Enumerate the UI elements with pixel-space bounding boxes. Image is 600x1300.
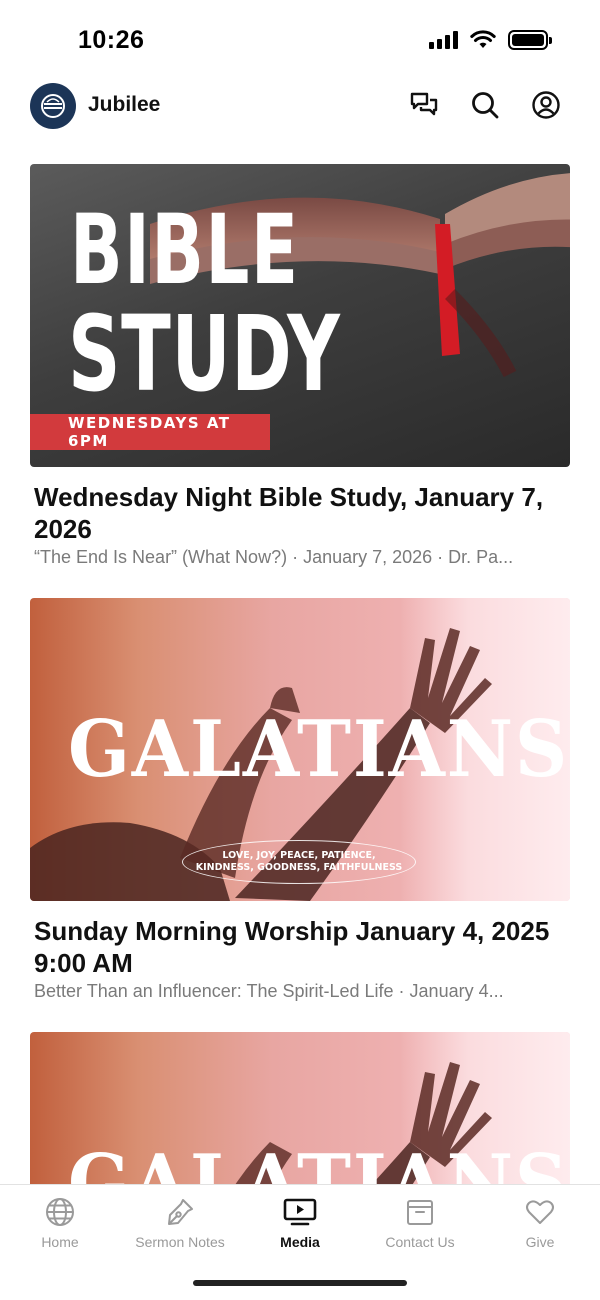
- jubilee-logo[interactable]: [30, 83, 76, 129]
- tab-label: Home: [41, 1234, 79, 1250]
- messages-button[interactable]: [407, 88, 441, 122]
- home-indicator[interactable]: [193, 1280, 407, 1286]
- card-meta: Better Than an Influencer: The Spirit-Le…: [34, 981, 504, 1001]
- profile-icon: [532, 91, 560, 119]
- card-title[interactable]: Wednesday Night Bible Study, January 7, …: [30, 481, 570, 545]
- card-thumbnail[interactable]: BIBLE STUDY WEDNESDAYS AT 6PM: [30, 164, 570, 467]
- media-card[interactable]: GALATIANS LOVE, JOY, PEACE, PATIENCE, KI…: [30, 598, 570, 1002]
- card-thumbnail[interactable]: GALATIANS LOVE, JOY, PEACE, PATIENCE, KI…: [30, 598, 570, 901]
- tab-contact-us[interactable]: Contact Us: [360, 1195, 480, 1257]
- status-icons: [429, 30, 552, 50]
- tab-label: Media: [280, 1234, 320, 1250]
- tab-give[interactable]: Give: [480, 1195, 600, 1257]
- media-card[interactable]: BIBLE STUDY WEDNESDAYS AT 6PM Wednesday …: [30, 164, 570, 568]
- tab-label: Contact Us: [385, 1234, 455, 1250]
- thumbnail-title-line2: STUDY: [68, 293, 341, 415]
- card-title[interactable]: Sunday Morning Worship January 4, 2025 9…: [30, 915, 570, 979]
- search-icon: [472, 92, 499, 119]
- tab-sermon-notes[interactable]: Sermon Notes: [120, 1195, 240, 1257]
- status-bar: 10:26: [0, 0, 600, 80]
- thumbnail-title: GALATIANS: [68, 704, 570, 795]
- tab-label: Sermon Notes: [135, 1234, 225, 1250]
- app-title: Jubilee: [88, 93, 161, 116]
- thumbnail-subtitle-line2: KINDNESS, GOODNESS, FAITHFULNESS: [195, 862, 403, 873]
- card-meta: “The End Is Near” (What Now?) · January …: [34, 547, 514, 567]
- signal-icon: [429, 31, 458, 49]
- tab-media[interactable]: Media: [240, 1195, 360, 1257]
- search-button[interactable]: [468, 88, 502, 122]
- thumbnail-banner: WEDNESDAYS AT 6PM: [30, 414, 270, 450]
- wifi-icon: [470, 30, 496, 48]
- pen-icon: [168, 1199, 193, 1225]
- media-feed: BIBLE STUDY WEDNESDAYS AT 6PM Wednesday …: [30, 164, 570, 1300]
- profile-button[interactable]: [529, 88, 563, 122]
- app-header: Jubilee: [0, 80, 600, 136]
- heart-icon: [526, 1200, 554, 1224]
- thumbnail-subtitle: LOVE, JOY, PEACE, PATIENCE, KINDNESS, GO…: [182, 840, 416, 884]
- messages-icon: [410, 92, 438, 116]
- status-time: 10:26: [78, 26, 145, 54]
- globe-icon: [46, 1198, 74, 1226]
- thumbnail-subtitle-line1: LOVE, JOY, PEACE, PATIENCE,: [222, 850, 376, 861]
- media-play-icon: [283, 1198, 317, 1226]
- tab-label: Give: [525, 1234, 555, 1250]
- tab-home[interactable]: Home: [0, 1195, 120, 1257]
- thumbnail-title-line1: BIBLE: [70, 194, 300, 306]
- battery-icon: [508, 30, 552, 50]
- archive-box-icon: [407, 1200, 433, 1225]
